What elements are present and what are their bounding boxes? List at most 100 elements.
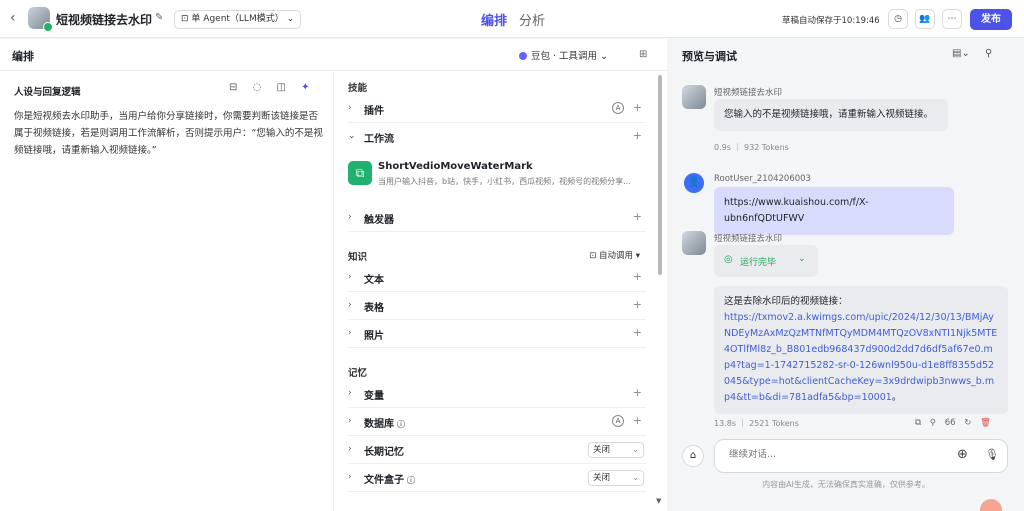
chat-input[interactable] — [729, 449, 929, 460]
collaborators-button[interactable]: 👥 — [915, 9, 935, 29]
delete-icon[interactable]: 🗑 — [980, 418, 991, 428]
long-term-memory-row[interactable]: › 长期记忆 关闭 ⌄ — [348, 436, 646, 464]
message-sender: 短视频链接去水印 — [714, 88, 783, 98]
layout-grid-icon[interactable]: ⊞ — [639, 49, 647, 60]
edit-icon[interactable]: ✎ — [155, 12, 163, 23]
layout-icon[interactable]: ▤⌄ — [952, 48, 970, 59]
chevron-right-icon: › — [348, 388, 352, 398]
tab-analysis[interactable]: 分析 — [519, 14, 545, 29]
template-icon[interactable]: ⊟ — [229, 82, 237, 93]
table-label: 表格 — [364, 303, 384, 314]
knowledge-photo-row[interactable]: › 照片 + — [348, 320, 646, 348]
chevron-right-icon: › — [348, 416, 352, 426]
auto-call-select[interactable]: ⊡ 自动调用 ▾ — [589, 249, 640, 261]
more-button[interactable]: ⋯ — [942, 9, 962, 29]
memory-section-title: 记忆 — [348, 368, 368, 379]
preview-title: 预览与调试 — [682, 50, 737, 63]
scroll-down-icon[interactable]: ▼ — [656, 497, 661, 505]
photo-label: 照片 — [364, 331, 384, 342]
online-status-icon — [43, 22, 53, 32]
add-photo-icon[interactable]: + — [633, 326, 642, 339]
copy-icon[interactable]: ⧉ — [915, 418, 921, 428]
main-tabs: 编排 分析 — [481, 10, 557, 29]
knowledge-text-row[interactable]: › 文本 + — [348, 264, 646, 292]
add-plugin-icon[interactable]: + — [633, 101, 642, 114]
text-label: 文本 — [364, 275, 384, 286]
info-icon[interactable]: ⓘ — [397, 420, 405, 429]
long-term-memory-select[interactable]: 关闭 ⌄ — [588, 442, 644, 458]
scrollbar[interactable] — [658, 75, 662, 275]
add-workflow-icon[interactable]: + — [633, 129, 642, 142]
add-attachment-icon[interactable]: ⊕ — [957, 447, 968, 462]
persona-panel: 人设与回复逻辑 ⊟ ◌ ◫ ✦ 你是短视频去水印助手，当用户给你分享链接时，你需… — [0, 72, 334, 511]
check-circle-icon: ◎ — [724, 254, 733, 265]
history-icon: ◷ — [894, 14, 902, 24]
preview-panel: 预览与调试 ▤⌄ ⚲ 短视频链接去水印 您输入的不是视频链接哦，请重新输入视频链… — [668, 39, 1024, 511]
chevron-down-icon: ⌄ — [631, 445, 639, 455]
editor-title: 编排 — [12, 50, 34, 63]
autosave-status: 草稿自动保存于10:19:46 — [782, 16, 880, 26]
regenerate-icon[interactable]: ↻ — [964, 418, 971, 428]
debug-icon[interactable]: ⚲ — [985, 48, 992, 59]
plugins-row[interactable]: › 插件 A + — [348, 95, 646, 123]
long-term-memory-value: 关闭 — [593, 445, 611, 455]
skills-section-title: 技能 — [348, 83, 368, 94]
result-end: 。 — [891, 392, 902, 403]
add-text-icon[interactable]: + — [633, 270, 642, 283]
add-trigger-icon[interactable]: + — [633, 210, 642, 223]
info-icon[interactable]: ⓘ — [407, 476, 415, 485]
workflow-item[interactable]: ⧉ ShortVedioMoveWaterMark 当用户输入抖音，b站，快手，… — [348, 158, 646, 194]
clear-context-button[interactable]: ⌂ — [682, 445, 704, 467]
filebox-label-text: 文件盒子 — [364, 475, 404, 486]
ai-disclaimer: 内容由AI生成，无法确保真实准确，仅供参考。 — [762, 480, 930, 489]
run-status-label: 运行完毕 — [740, 258, 777, 268]
back-icon[interactable]: ‹ — [10, 10, 16, 26]
video-link[interactable]: https://txmov2.a.kwimgs.com/upic/2024/12… — [724, 312, 997, 403]
auto-icon[interactable]: A — [612, 102, 624, 114]
filebox-select[interactable]: 关闭 ⌄ — [588, 470, 644, 486]
message-sender: RootUser_2104206003 — [714, 174, 811, 184]
workflow-name: ShortVedioMoveWaterMark — [378, 161, 533, 172]
tab-arrange[interactable]: 编排 — [481, 14, 507, 29]
persona-prompt-text[interactable]: 你是短视频去水印助手，当用户给你分享链接时，你需要判断该链接是否属于视频链接，若… — [14, 108, 326, 159]
add-database-icon[interactable]: + — [633, 414, 642, 427]
chevron-right-icon: › — [348, 328, 352, 338]
editor-panel: 编排 豆包 · 工具调用 ⌄ ⊞ 人设与回复逻辑 ⊟ ◌ ◫ ✦ 你是短视频去水… — [0, 39, 667, 511]
publish-button[interactable]: 发布 — [970, 9, 1012, 30]
mic-icon[interactable]: 🎙 — [985, 448, 999, 461]
bot-message: 您输入的不是视频链接哦，请重新输入视频链接。 — [714, 99, 948, 131]
trigger-row[interactable]: › 触发器 + — [348, 204, 646, 232]
auto-icon[interactable]: A — [612, 415, 624, 427]
chevron-right-icon: › — [348, 472, 352, 482]
workflow-row[interactable]: ⌄ 工作流 + — [348, 123, 646, 151]
agent-mode-label: 单 Agent（LLM模式） — [191, 14, 284, 24]
database-label-text: 数据库 — [364, 419, 394, 430]
agent-mode-select[interactable]: ⊡ 单 Agent（LLM模式） ⌄ — [174, 10, 302, 29]
bot-avatar — [682, 85, 706, 109]
add-variable-icon[interactable]: + — [633, 386, 642, 399]
expand-icon[interactable]: ◫ — [277, 82, 286, 93]
message-sender: 短视频链接去水印 — [714, 234, 783, 244]
database-row[interactable]: › 数据库 ⓘ A + — [348, 408, 646, 436]
chevron-right-icon: › — [348, 272, 352, 282]
filebox-value: 关闭 — [593, 473, 611, 483]
long-term-memory-label: 长期记忆 — [364, 447, 404, 458]
knowledge-table-row[interactable]: › 表格 + — [348, 292, 646, 320]
skills-panel: 技能 › 插件 A + ⌄ 工作流 + ⧉ ShortVedioMoveWate… — [336, 72, 656, 511]
add-table-icon[interactable]: + — [633, 298, 642, 311]
assistant-float-icon[interactable] — [980, 499, 1002, 511]
history-button[interactable]: ◷ — [888, 9, 908, 29]
workflow-icon: ⧉ — [348, 161, 372, 185]
quote-count[interactable]: 66 — [945, 418, 956, 428]
ai-optimize-icon[interactable]: ✦ — [301, 82, 309, 93]
run-status-collapse[interactable]: ◎ 运行完毕 ⌄ — [714, 245, 818, 277]
message-actions: ⧉ ⚲ 66 ↻ 🗑 — [915, 418, 991, 428]
variables-row[interactable]: › 变量 + — [348, 380, 646, 408]
editor-header: 编排 豆包 · 工具调用 ⌄ ⊞ — [0, 39, 667, 71]
result-intro: 这是去除水印后的视频链接： — [724, 296, 848, 307]
agent-mode-icon: ⊡ — [181, 14, 189, 24]
debug-icon[interactable]: ⚲ — [930, 418, 936, 428]
bulb-icon[interactable]: ◌ — [253, 82, 262, 93]
model-select[interactable]: 豆包 · 工具调用 ⌄ — [519, 48, 608, 62]
filebox-row[interactable]: › 文件盒子 ⓘ 关闭 ⌄ — [348, 464, 646, 492]
